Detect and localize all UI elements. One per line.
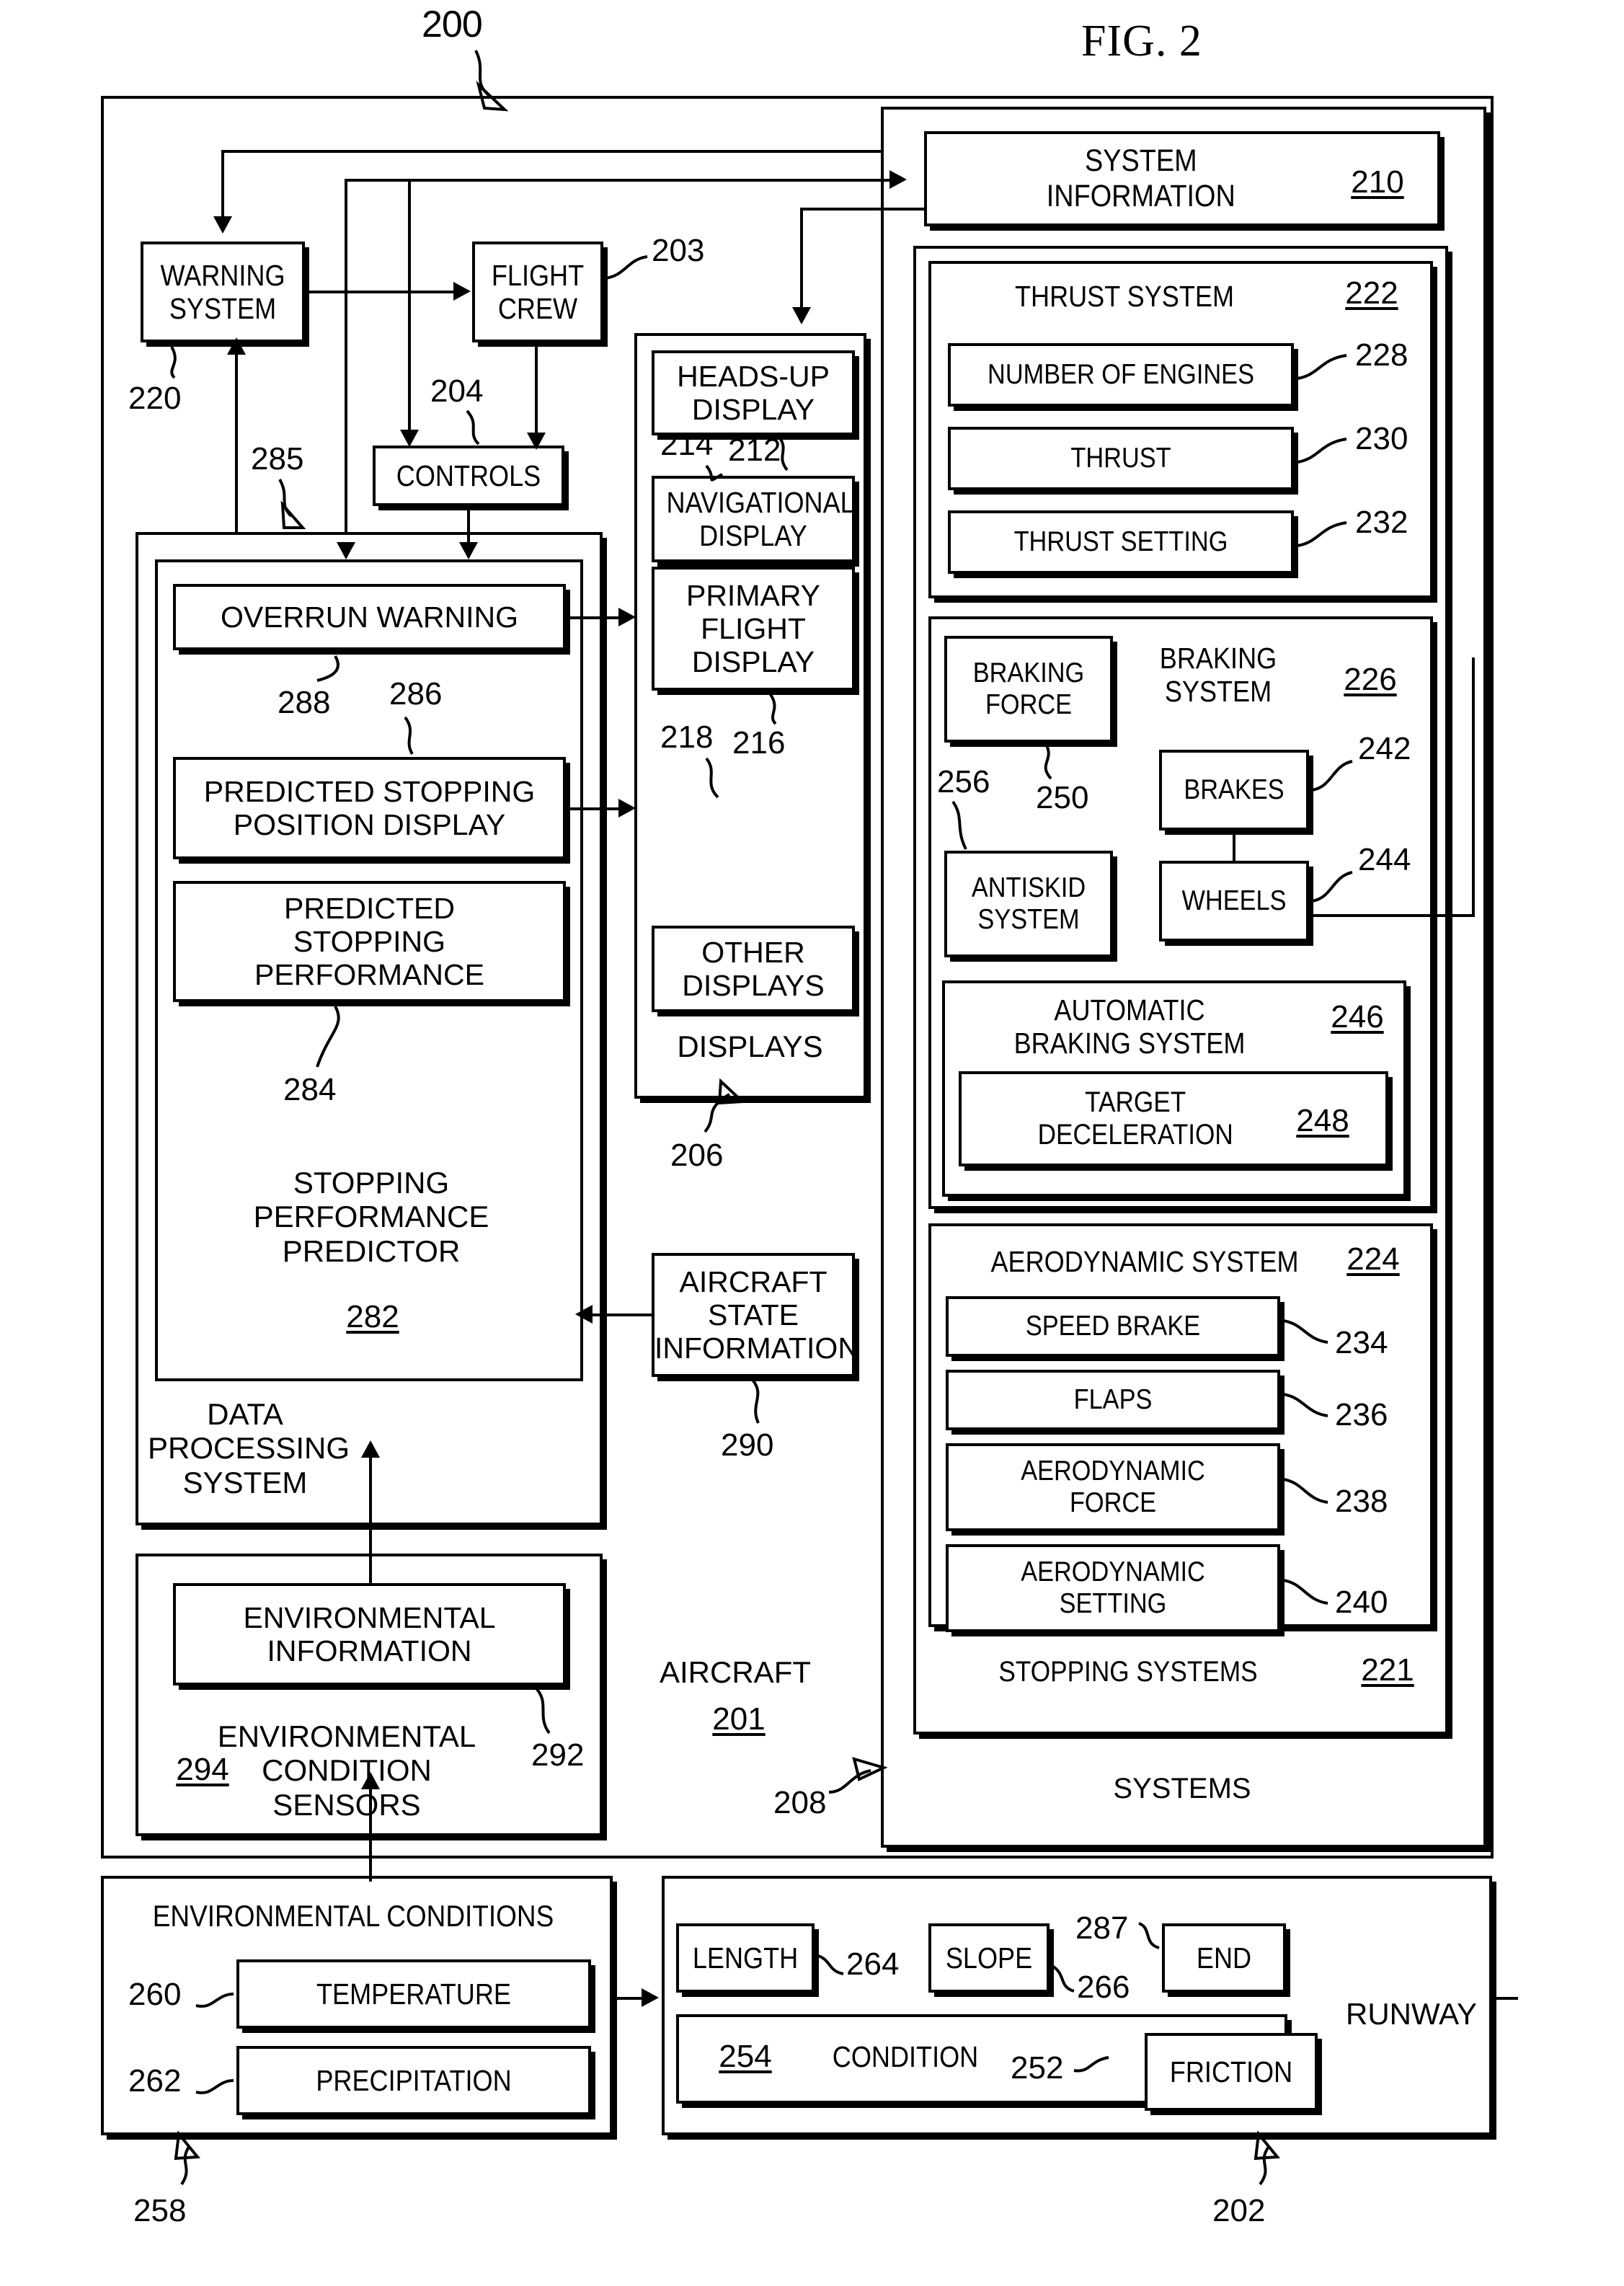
envconditions-to-runway-h <box>613 1997 644 2000</box>
arrow-into-controls-right <box>527 433 546 450</box>
bus-systeminfo-to-warning-h <box>221 150 881 153</box>
envconditions-to-sensors-v <box>369 1781 372 1882</box>
runway-friction-box[interactable]: FRICTION <box>1145 2033 1318 2111</box>
arrow-into-system-information <box>889 170 907 189</box>
arrow-into-warning-system <box>213 216 232 234</box>
bus-to-systeminfo-v <box>345 179 347 532</box>
arrow-controls-into-dps <box>459 542 478 559</box>
arrow-into-flight-crew <box>453 282 471 301</box>
systeminfo-to-displays-v <box>800 208 803 309</box>
arrow-asi-into-predictor <box>575 1305 593 1324</box>
systeminfo-to-displays-h <box>800 208 926 211</box>
overrun-to-displays-h <box>566 616 622 619</box>
runway-friction-label: FRICTION <box>1169 2055 1293 2088</box>
arrow-pspd-to-displays <box>618 799 636 818</box>
arrow-envconditions-to-runway <box>642 1988 659 2007</box>
bus-to-controls-v <box>408 179 411 433</box>
arrow-overrun-to-displays <box>618 608 636 626</box>
arrow-into-warning-system-bottom <box>227 337 246 355</box>
arrow-into-displays <box>792 307 811 324</box>
arrow-bus-into-dps <box>337 542 355 559</box>
bus-to-systeminfo-h <box>345 179 892 182</box>
pspd-to-displays-h <box>566 807 622 810</box>
asi-left-feed <box>603 1313 653 1316</box>
bus-systeminfo-to-warning-v <box>221 150 224 218</box>
flightcrew-to-controls-v <box>535 342 538 436</box>
arrow-into-controls-left <box>400 430 419 447</box>
arrow-envconditions-into-sensors <box>361 1772 380 1789</box>
arrow-envinfo-into-predictor <box>361 1440 380 1458</box>
envinfo-to-predictor-v <box>369 1449 372 1586</box>
runway-right-h <box>1489 1997 1518 2000</box>
warning-to-flightcrew-line <box>305 291 455 293</box>
dps-to-warning-v <box>235 345 238 533</box>
